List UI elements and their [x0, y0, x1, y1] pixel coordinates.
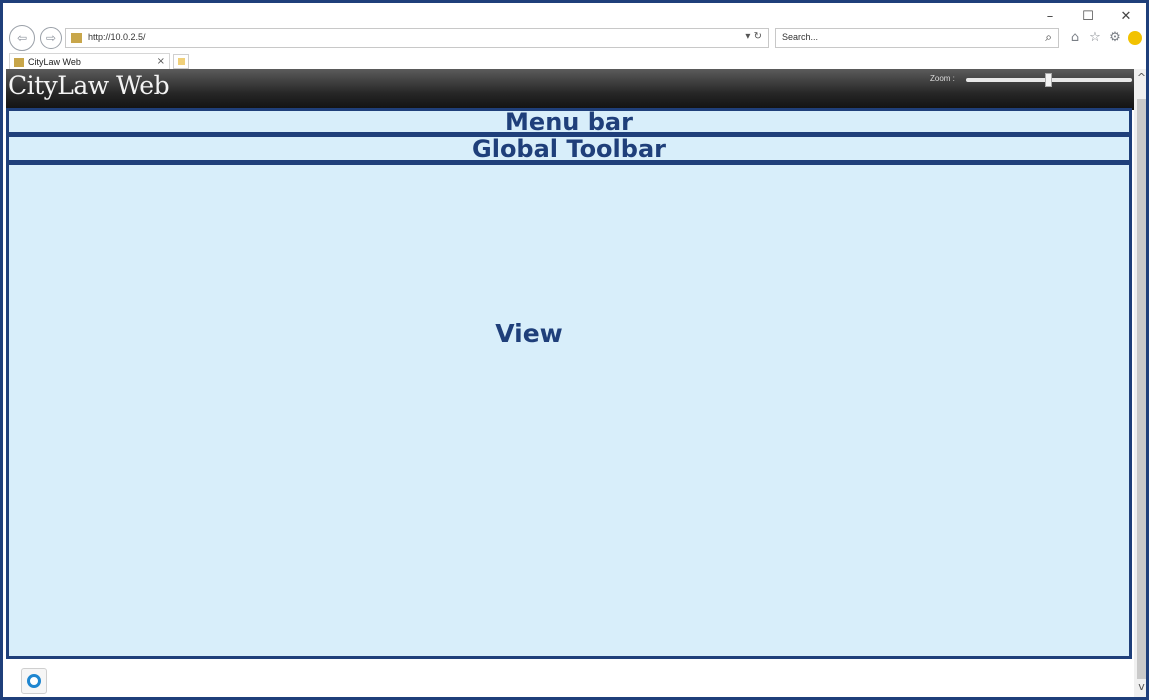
forward-button[interactable]: ⇨: [40, 27, 62, 49]
gear-icon[interactable]: ⚙: [1108, 31, 1122, 45]
scroll-up-icon[interactable]: ^: [1135, 71, 1146, 85]
close-tab-icon[interactable]: ×: [157, 56, 165, 67]
maximize-button[interactable]: ☐: [1076, 8, 1100, 26]
screenshot-frame: – ☐ ✕ ⇦ ⇨ http://10.0.2.5/ ▾ ↻ Search...…: [0, 0, 1149, 700]
menu-bar-region: Menu bar: [6, 108, 1132, 135]
refresh-circle-icon: [27, 674, 41, 688]
browser-toolbar-icons: ⌂ ☆ ⚙: [1068, 28, 1142, 48]
forward-arrow-icon: ⇨: [45, 31, 57, 45]
page-scrollbar[interactable]: ^ v: [1134, 69, 1146, 697]
site-favicon-icon: [71, 33, 82, 43]
scrollbar-thumb[interactable]: [1137, 99, 1146, 679]
app-header: CityLaw Web Zoom :: [6, 69, 1134, 110]
tab-label: CityLaw Web: [28, 57, 81, 67]
new-tab-icon[interactable]: [173, 54, 189, 69]
zoom-slider-thumb[interactable]: [1045, 73, 1052, 87]
dropdown-icon[interactable]: ▾: [745, 31, 750, 42]
browser-address-row: ⇦ ⇨ http://10.0.2.5/ ▾ ↻ Search... ⌕ ⌂ ☆…: [3, 25, 1146, 51]
minimize-button[interactable]: –: [1038, 8, 1062, 26]
refresh-icon[interactable]: ↻: [754, 31, 762, 42]
back-arrow-icon: ⇦: [16, 31, 28, 45]
app-footer: [6, 660, 1134, 697]
search-icon[interactable]: ⌕: [1045, 30, 1052, 45]
view-label: View: [495, 319, 563, 348]
search-placeholder: Search...: [782, 32, 819, 42]
global-toolbar-label: Global Toolbar: [472, 134, 666, 163]
search-input[interactable]: Search... ⌕: [775, 28, 1059, 48]
refresh-button[interactable]: [21, 668, 47, 694]
back-button[interactable]: ⇦: [9, 25, 35, 51]
global-toolbar-region: Global Toolbar: [6, 134, 1132, 163]
scroll-down-icon[interactable]: v: [1135, 680, 1146, 694]
tab-favicon-icon: [14, 58, 24, 67]
view-region: View: [6, 162, 1132, 659]
address-text[interactable]: http://10.0.2.5/: [88, 32, 146, 42]
zoom-label: Zoom :: [930, 74, 955, 83]
star-icon[interactable]: ☆: [1088, 31, 1102, 45]
smiley-icon[interactable]: [1128, 31, 1142, 45]
app-title: CityLaw Web: [8, 71, 170, 100]
address-actions[interactable]: ▾ ↻: [745, 31, 762, 42]
address-bar[interactable]: http://10.0.2.5/ ▾ ↻: [65, 28, 769, 48]
close-button[interactable]: ✕: [1114, 8, 1138, 26]
menu-bar-label: Menu bar: [505, 108, 633, 135]
home-icon[interactable]: ⌂: [1068, 31, 1082, 45]
